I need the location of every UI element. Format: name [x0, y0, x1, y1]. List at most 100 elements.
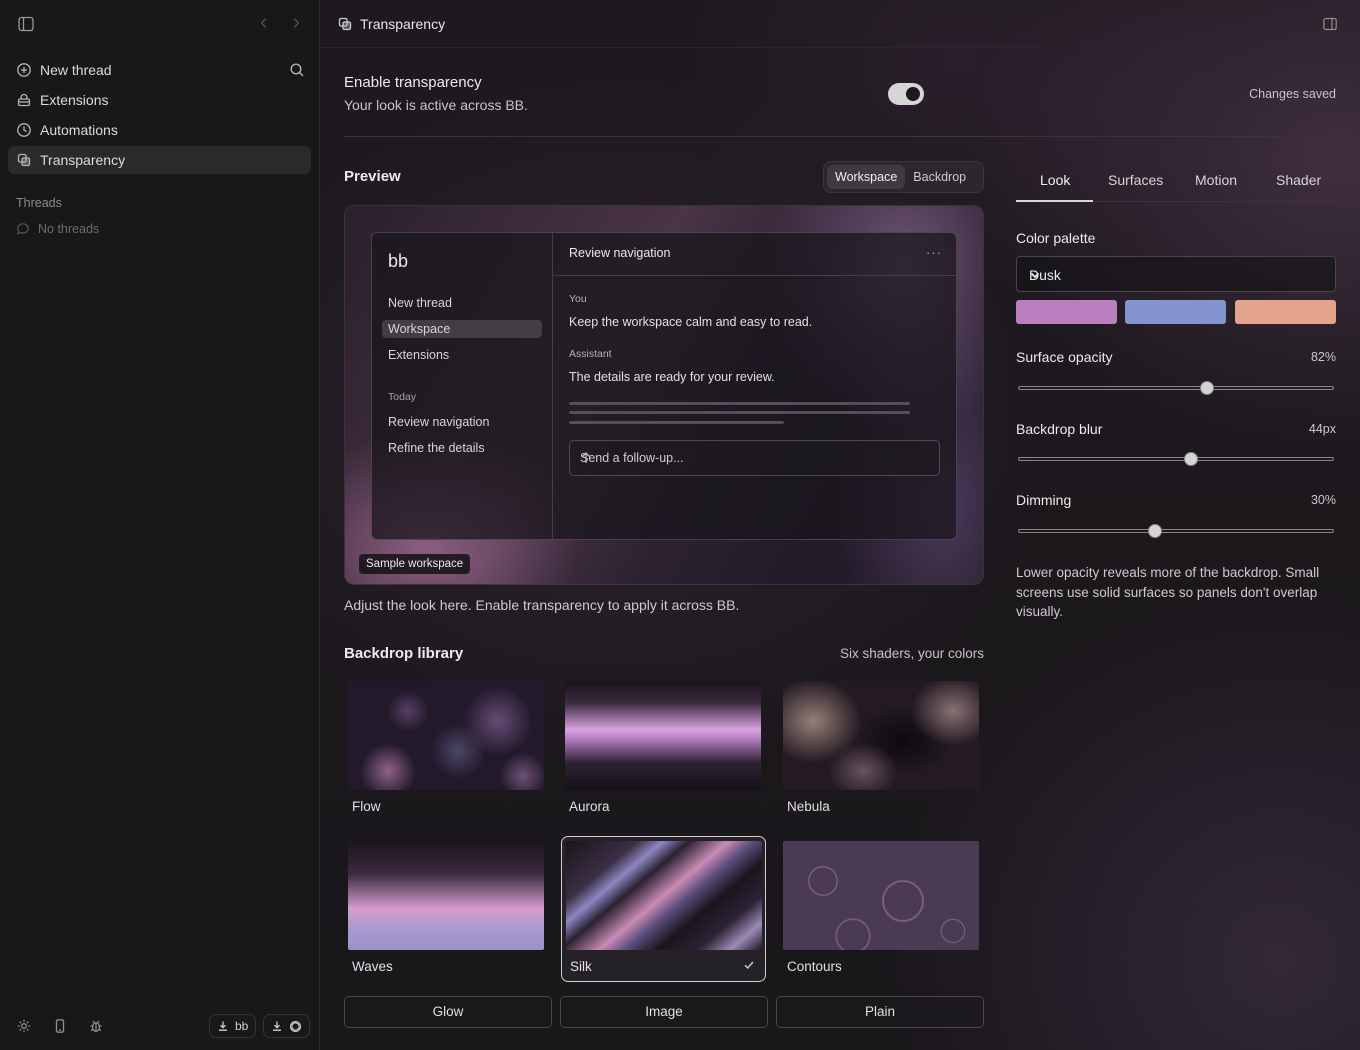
- backdrop-blur-label: Backdrop blur: [1016, 421, 1103, 437]
- surface-opacity-value: 82%: [1310, 350, 1336, 364]
- preview-heading: Preview: [344, 168, 401, 185]
- sidebar-item-label: New thread: [40, 62, 112, 78]
- backdrop-thumbnail: [348, 841, 544, 950]
- preview-segmented-control: Workspace Backdrop: [823, 161, 984, 193]
- dimming-value: 30%: [1310, 493, 1336, 507]
- tab-motion[interactable]: Motion: [1195, 172, 1237, 188]
- backdrop-thumbnail: [565, 681, 761, 790]
- divider: [344, 136, 1336, 137]
- backdrop-card-waves[interactable]: Waves: [344, 837, 549, 983]
- tab-surfaces[interactable]: Surfaces: [1108, 172, 1163, 188]
- sidebar-item-extensions[interactable]: Extensions: [8, 86, 311, 114]
- opacity-help-text: Lower opacity reveals more of the backdr…: [1016, 565, 1320, 619]
- preview-window: bb New thread Workspace Extensions Today…: [371, 232, 957, 540]
- preview-skeleton-line: [569, 421, 784, 424]
- threads-empty: No threads: [16, 222, 99, 236]
- download-icon: [217, 1020, 229, 1032]
- mode-plain-button[interactable]: Plain: [776, 996, 984, 1028]
- sidebar-item-label: Automations: [40, 122, 118, 138]
- preview-nav-workspace: Workspace: [382, 320, 542, 338]
- backdrop-card-flow[interactable]: Flow: [344, 677, 549, 823]
- slider-thumb[interactable]: [1199, 381, 1214, 395]
- enable-transparency-toggle[interactable]: [888, 83, 924, 105]
- backdrop-thumbnail: [783, 841, 979, 950]
- palette-swatch: [1235, 300, 1336, 324]
- backdrop-thumbnail: [566, 841, 762, 950]
- backdrop-name: Contours: [787, 959, 842, 974]
- toggle-knob: [906, 87, 920, 101]
- backdrop-card-contours[interactable]: Contours: [779, 837, 984, 983]
- preview-frame: bb New thread Workspace Extensions Today…: [344, 205, 984, 585]
- palette-swatch: [1125, 300, 1226, 324]
- save-status: Changes saved: [1249, 87, 1336, 101]
- sidebar-item-automations[interactable]: Automations: [8, 116, 311, 144]
- preview-sidebar: bb New thread Workspace Extensions Today…: [372, 233, 553, 539]
- dimming-slider[interactable]: [1016, 523, 1336, 539]
- mode-glow-button[interactable]: Glow: [344, 996, 552, 1028]
- forward-arrow-icon[interactable]: [288, 15, 304, 31]
- backdrop-card-nebula[interactable]: Nebula: [779, 677, 984, 823]
- extensions-icon: [16, 92, 32, 108]
- active-tab-indicator: [1016, 200, 1093, 202]
- tab-shader[interactable]: Shader: [1276, 172, 1321, 188]
- plus-circle-icon: [16, 62, 32, 78]
- backdrop-name: Silk: [570, 959, 592, 974]
- main-panel: Transparency Enable transparency Your lo…: [320, 0, 1360, 1050]
- chevron-down-icon: [1029, 269, 1325, 281]
- bug-icon[interactable]: [88, 1018, 104, 1034]
- sidebar-toggle-icon[interactable]: [16, 14, 36, 34]
- sidebar-nav: New thread Extensions Automations Transp…: [8, 56, 311, 176]
- sidebar-footer: bb: [0, 1014, 320, 1038]
- download-openai-button[interactable]: [263, 1014, 310, 1038]
- sidebar-item-label: Extensions: [40, 92, 109, 108]
- preview-you-message: Keep the workspace calm and easy to read…: [569, 315, 813, 329]
- back-arrow-icon[interactable]: [256, 15, 272, 31]
- backdrop-thumbnail: [348, 681, 544, 790]
- download-icon: [271, 1020, 283, 1032]
- arrow-up-icon: [580, 451, 927, 465]
- slider-track: [1018, 386, 1334, 390]
- tab-look[interactable]: Look: [1040, 172, 1070, 188]
- backdrop-card-aurora[interactable]: Aurora: [561, 677, 766, 823]
- preview-today-label: Today: [388, 391, 417, 403]
- divider: [553, 275, 956, 276]
- backdrop-card-silk[interactable]: Silk: [561, 836, 766, 982]
- surface-opacity-slider[interactable]: [1016, 380, 1336, 396]
- segment-backdrop[interactable]: Backdrop: [905, 165, 974, 189]
- preview-you-label: You: [569, 293, 587, 305]
- backdrop-thumbnail: [783, 681, 979, 790]
- clock-icon: [16, 122, 32, 138]
- right-panel-toggle-icon[interactable]: [1322, 16, 1338, 32]
- backdrop-blur-value: 44px: [1308, 422, 1336, 436]
- search-icon[interactable]: [289, 62, 305, 78]
- surface-opacity-label: Surface opacity: [1016, 349, 1113, 365]
- slider-thumb[interactable]: [1147, 524, 1162, 538]
- settings-tabs: Look Surfaces Motion Shader: [1016, 164, 1336, 202]
- backdrop-library-heading: Backdrop library: [344, 645, 464, 662]
- color-palette-label: Color palette: [1016, 230, 1096, 246]
- backdrop-blur-slider[interactable]: [1016, 451, 1336, 467]
- threads-heading: Threads: [16, 196, 62, 210]
- preview-recent-item: Refine the details: [388, 441, 485, 455]
- preview-nav-extensions: Extensions: [388, 348, 450, 362]
- sidebar-item-label: Transparency: [40, 152, 126, 168]
- color-palette-select[interactable]: Dusk: [1016, 256, 1336, 292]
- gear-icon[interactable]: [16, 1018, 32, 1034]
- backdrop-library-subtitle: Six shaders, your colors: [839, 646, 984, 661]
- sidebar: New thread Extensions Automations Transp…: [0, 0, 320, 1050]
- sidebar-item-new-thread[interactable]: New thread: [8, 56, 311, 84]
- sample-workspace-badge: Sample workspace: [359, 554, 471, 574]
- sidebar-item-transparency[interactable]: Transparency: [8, 146, 311, 174]
- mobile-device-icon[interactable]: [52, 1018, 68, 1034]
- download-bb-label: bb: [235, 1019, 249, 1033]
- transparency-icon: [16, 152, 32, 168]
- download-bb-button[interactable]: bb: [209, 1014, 257, 1038]
- preview-brand: bb: [388, 251, 409, 271]
- mode-image-button[interactable]: Image: [560, 996, 768, 1028]
- slider-thumb[interactable]: [1184, 452, 1199, 466]
- dimming-label: Dimming: [1016, 492, 1072, 508]
- chat-bubble-icon: [16, 222, 30, 236]
- preview-thread-title: Review navigation: [569, 246, 671, 260]
- segment-workspace[interactable]: Workspace: [827, 165, 906, 189]
- page-title: Transparency: [360, 16, 446, 32]
